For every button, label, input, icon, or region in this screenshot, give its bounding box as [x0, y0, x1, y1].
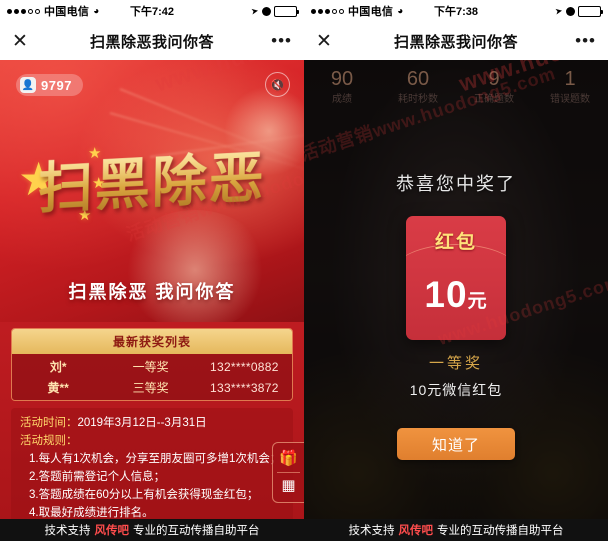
phone-left: 中国电信 ◕ 下午7:42 ➤ ✕ 扫黑除恶我问你答 ••• www.huodo… [0, 0, 304, 541]
score-stats: 90 成绩 60 耗时秒数 9 正确题数 1 错误题数 [304, 66, 608, 108]
packet-amount: 10元 [406, 274, 506, 316]
footer-left: 技术支持 风传吧 专业的互动传播自助平台 [0, 519, 304, 541]
footer-brand: 风传吧 [398, 525, 434, 537]
winner-name: 刘* [49, 360, 67, 374]
hero-subtitle: 扫黑除恶 我问你答 [68, 282, 236, 302]
stat-value: 9 [488, 68, 500, 90]
table-row: 刘* 一等奖 132****0882 [12, 356, 292, 377]
page-title: 扫黑除恶我问你答 [89, 33, 214, 51]
right-page-content: 90 成绩 60 耗时秒数 9 正确题数 1 错误题数 返信 恭喜您中奖了 [304, 60, 608, 541]
table-row: 黄** 三等奖 133****3872 [12, 377, 292, 398]
winner-prize: 三等奖 [132, 381, 169, 395]
footer-brand: 风传吧 [94, 525, 130, 537]
hero-title: 扫黑除恶 [0, 130, 304, 226]
status-bar-right: 中国电信 ◕ 下午7:38 ➤ [304, 0, 608, 22]
divider [277, 472, 300, 473]
footer-prefix: 技术支持 [348, 525, 395, 537]
battery-icon [578, 5, 603, 17]
winner-list-panel: 最新获奖列表 刘* 一等奖 132****0882 黄** 三等奖 133***… [11, 328, 293, 401]
stat-label: 错误题数 [550, 94, 590, 105]
footer-suffix: 专业的互动传播自助平台 [133, 525, 260, 537]
rule-item: 3.答题成绩在60分以上有机会获得现金红包； [29, 489, 259, 501]
footer-prefix: 技术支持 [44, 525, 91, 537]
status-right-cluster: ➤ [251, 5, 299, 17]
participant-count: 9797 [41, 77, 72, 93]
sound-muted-icon[interactable]: 🔇 [265, 72, 290, 97]
stat-item: 1 错误题数 [532, 66, 608, 108]
person-icon: 👤 [20, 77, 36, 93]
red-packet-card: 红包 10元 [406, 216, 506, 340]
stat-item: 60 耗时秒数 [380, 66, 456, 108]
winner-phone: 132****0882 [210, 359, 279, 374]
stat-value: 90 [330, 68, 354, 90]
winner-list-body: 刘* 一等奖 132****0882 黄** 三等奖 133****3872 [12, 354, 292, 400]
gift-icon[interactable]: 🎁 [273, 448, 304, 470]
prize-tier: 一等奖 [428, 355, 483, 372]
prize-description: 10元微信红包 [409, 382, 503, 398]
rule-item: 1.每人有1次机会，分享至朋友圈可多增1次机会； [29, 453, 282, 465]
stat-item: 9 正确题数 [456, 66, 532, 108]
rule-item: 2.答题前需登记个人信息； [29, 471, 166, 483]
page-title: 扫黑除恶我问你答 [393, 33, 518, 51]
status-bar-left: 中国电信 ◕ 下午7:42 ➤ [0, 0, 304, 22]
nav-bar-right: ✕ 扫黑除恶我问你答 ••• [304, 22, 608, 60]
stat-label: 成绩 [332, 94, 352, 105]
side-tab-buttons[interactable]: 🎁 ▦ [272, 442, 304, 503]
stat-label: 正确题数 [474, 94, 514, 105]
acknowledge-button[interactable]: 知道了 [397, 428, 515, 460]
footer-right: 技术支持 风传吧 专业的互动传播自助平台 [304, 519, 608, 541]
dual-screenshot: 中国电信 ◕ 下午7:42 ➤ ✕ 扫黑除恶我问你答 ••• www.huodo… [0, 0, 608, 541]
packet-amount-value: 10 [424, 274, 468, 315]
packet-label: 红包 [434, 232, 477, 253]
battery-icon [274, 5, 299, 17]
nav-bar-left: ✕ 扫黑除恶我问你答 ••• [0, 22, 304, 60]
participant-counter: 👤 9797 [16, 74, 83, 96]
stat-value: 1 [564, 68, 576, 90]
activity-time-line: 活动时间：2019年3月12日--3月31日 [20, 414, 284, 432]
congrats-title: 恭喜您中奖了 [396, 174, 516, 194]
phone-right: 中国电信 ◕ 下午7:38 ➤ ✕ 扫黑除恶我问你答 ••• www.huodo… [304, 0, 608, 541]
qrcode-icon[interactable]: ▦ [273, 475, 304, 497]
winner-name: 黄** [47, 381, 69, 395]
left-page-content: ★ ★ ★ ★ 👤 9797 🔇 扫黑除恶 扫黑除恶 我问你答 最新获奖列表 [0, 60, 304, 541]
packet-amount-unit: 元 [467, 291, 488, 312]
winner-phone: 133****3872 [210, 380, 279, 395]
footer-suffix: 专业的互动传播自助平台 [437, 525, 564, 537]
hero-banner: ★ ★ ★ ★ 👤 9797 🔇 扫黑除恶 扫黑除恶 我问你答 [0, 60, 304, 322]
stat-item: 90 成绩 [304, 66, 380, 108]
status-right-cluster: ➤ [555, 5, 603, 17]
stat-label: 耗时秒数 [398, 94, 438, 105]
stat-value: 60 [406, 68, 430, 90]
rules-label: 活动规则： [20, 435, 78, 447]
winner-list-header: 最新获奖列表 [12, 329, 292, 354]
activity-time-label: 活动时间： [20, 417, 78, 429]
winner-prize: 一等奖 [132, 360, 169, 374]
activity-time-value: 2019年3月12日--3月31日 [77, 417, 207, 429]
